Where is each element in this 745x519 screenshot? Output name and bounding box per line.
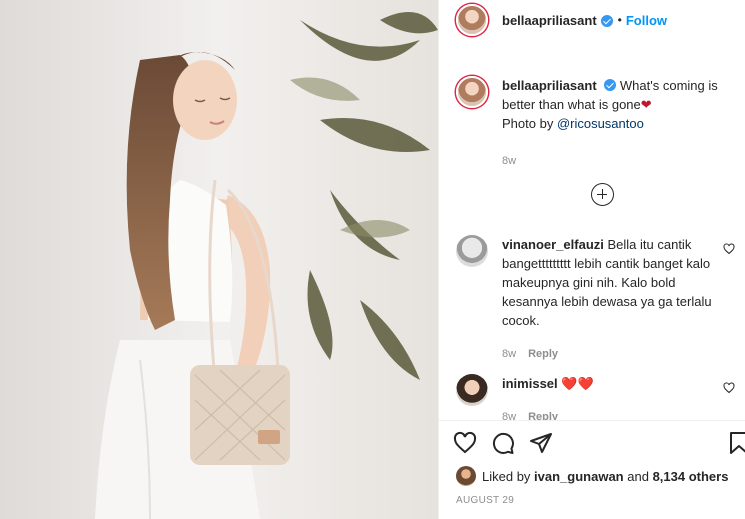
comment-meta: 8w Reply [502, 345, 716, 364]
caption-mention-link[interactable]: @ricosusantoo [557, 116, 644, 131]
liked-by-mid: and [627, 468, 649, 484]
caption-time[interactable]: 8w [502, 152, 734, 171]
post-sidebar: bellaapriliasant • Follow bellaapriliasa… [438, 0, 745, 519]
bookmark-icon[interactable] [729, 431, 745, 455]
follow-button[interactable]: Follow [626, 13, 667, 28]
post-photo[interactable] [0, 0, 438, 519]
post-caption: bellaapriliasant What's coming is better… [456, 76, 741, 171]
comment-text: ❤️❤️ [561, 376, 594, 391]
comment-body: vinanoer_elfauzi Bella itu cantik banget… [502, 235, 716, 364]
liked-by-user[interactable]: ivan_gunawan [534, 469, 624, 484]
liked-by-prefix: Liked by [482, 468, 531, 484]
load-more-comments-icon[interactable] [591, 183, 614, 206]
like-heart-icon[interactable] [453, 431, 477, 455]
commenter-avatar[interactable] [456, 374, 488, 406]
reply-button[interactable]: Reply [528, 348, 558, 360]
like-comment-heart-icon[interactable] [723, 243, 735, 255]
liker-avatar[interactable] [456, 466, 476, 486]
comment-bubble-icon[interactable] [491, 431, 515, 455]
caption-photo-credit: Photo by [502, 116, 557, 131]
comment-time[interactable]: 8w [502, 348, 516, 360]
like-comment-heart-icon[interactable] [723, 382, 735, 394]
author-avatar[interactable] [456, 4, 488, 36]
liked-by-count[interactable]: 8,134 others [653, 469, 729, 484]
post-actions: Liked by ivan_gunawan and 8,134 others A… [439, 420, 745, 519]
comment-item: vinanoer_elfauzi Bella itu cantik banget… [456, 235, 741, 364]
verified-badge-icon [600, 15, 613, 27]
commenter-avatar[interactable] [456, 235, 488, 267]
author-username[interactable]: bellaapriliasant [502, 13, 597, 28]
commenter-username[interactable]: inimissel [502, 376, 558, 391]
post-header: bellaapriliasant • Follow [439, 0, 745, 40]
separator-dot: • [617, 13, 622, 27]
share-paper-plane-icon[interactable] [529, 431, 553, 455]
caption-avatar[interactable] [456, 76, 488, 108]
caption-text: bellaapriliasant What's coming is better… [502, 76, 734, 171]
post-image [0, 0, 438, 519]
caption-verified-icon [604, 79, 617, 91]
post-date[interactable]: AUGUST 29 [456, 495, 514, 506]
heart-emoji-icon: ❤ [640, 97, 652, 112]
caption-username[interactable]: bellaapriliasant [502, 78, 597, 93]
commenter-username[interactable]: vinanoer_elfauzi [502, 237, 604, 252]
likes-summary: Liked by ivan_gunawan and 8,134 others [456, 466, 728, 486]
